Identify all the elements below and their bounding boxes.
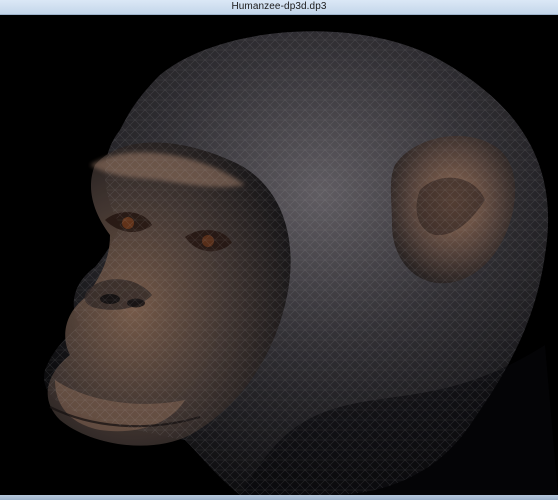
vignette [0, 15, 558, 495]
rendered-model [0, 15, 558, 495]
3d-viewport[interactable] [0, 15, 558, 495]
app-window: Humanzee-dp3d.dp3 [0, 0, 558, 500]
window-titlebar[interactable]: Humanzee-dp3d.dp3 [0, 0, 558, 15]
window-title: Humanzee-dp3d.dp3 [231, 1, 327, 12]
window-bottom-border [0, 495, 558, 500]
